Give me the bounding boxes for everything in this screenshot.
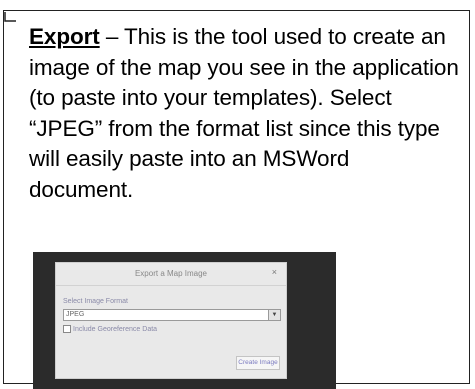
format-select[interactable]: JPEG ▼ — [63, 309, 281, 321]
export-map-image-dialog: Export a Map Image × Select Image Format… — [55, 262, 287, 379]
dialog-title: Export a Map Image — [134, 269, 208, 278]
format-label: Select Image Format — [63, 298, 128, 305]
format-select-value: JPEG — [66, 311, 85, 318]
close-icon[interactable]: × — [272, 267, 277, 277]
georeference-checkbox[interactable] — [63, 325, 71, 333]
chevron-down-icon[interactable]: ▼ — [268, 310, 280, 320]
create-image-button[interactable]: Create Image — [236, 356, 280, 370]
description-text: – This is the tool used to create an ima… — [29, 24, 459, 202]
description-paragraph: Export – This is the tool used to create… — [29, 22, 459, 205]
dialog-divider — [56, 285, 286, 286]
callout-arrow-mark — [4, 12, 16, 22]
georeference-option[interactable]: Include Georeference Data — [63, 325, 157, 333]
georeference-label: Include Georeference Data — [73, 325, 158, 333]
export-term: Export — [29, 24, 100, 49]
callout-box: Export – This is the tool used to create… — [3, 10, 470, 389]
export-dialog-screenshot: Export a Map Image × Select Image Format… — [33, 252, 336, 389]
